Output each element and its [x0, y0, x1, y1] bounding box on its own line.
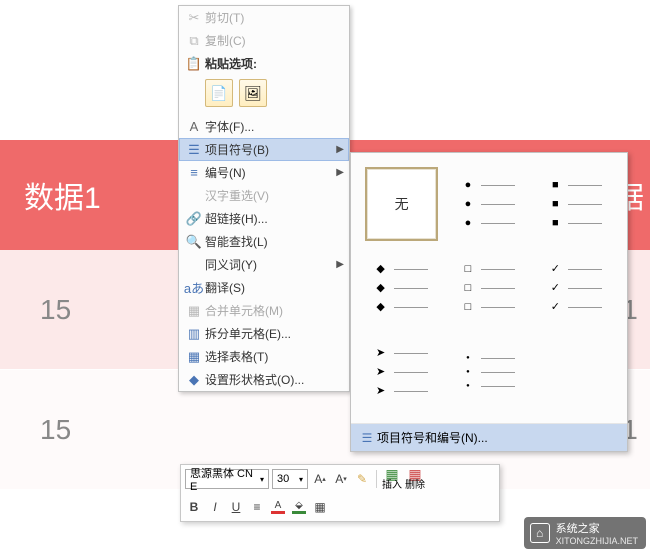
copy-icon: ⧉	[183, 33, 205, 49]
paste-options-row: 📄 🖼	[179, 75, 349, 111]
font-name-combo[interactable]: 思源黑体 CN E▾	[185, 469, 269, 489]
format-shape-icon: ◆	[183, 372, 205, 388]
menu-hanzi: 汉字重选(V)	[179, 184, 349, 207]
translate-icon: aあ	[183, 278, 205, 297]
menu-format-shape[interactable]: ◆ 设置形状格式(O)...	[179, 368, 349, 391]
bullets-icon: ☰	[357, 431, 377, 445]
fill-color-button[interactable]: ⬙	[290, 497, 308, 517]
font-size-combo[interactable]: 30▾	[272, 469, 308, 489]
underline-button[interactable]: U	[227, 497, 245, 517]
menu-copy[interactable]: ⧉ 复制(C)	[179, 29, 349, 52]
format-painter-button[interactable]: ✎	[353, 469, 371, 489]
delete-button[interactable]: ▦ 删除	[405, 467, 425, 491]
decrease-font-button[interactable]: A▾	[332, 469, 350, 489]
bullet-submenu-panel: 无 ● ● ● ■ ■ ■ ◆ ◆ ◆ □ □ □ ✓ ✓ ✓ ➤ ➤	[350, 152, 628, 452]
menu-synonyms[interactable]: 同义词(Y) ▶	[179, 253, 349, 276]
bold-button[interactable]: B	[185, 497, 203, 517]
clipboard-icon: 📋	[183, 56, 205, 72]
menu-font[interactable]: A 字体(F)...	[179, 115, 349, 138]
hyperlink-icon: 🔗	[183, 211, 205, 227]
menu-cut[interactable]: ✂ 剪切(T)	[179, 6, 349, 29]
menu-merge-cells: ▦ 合并单元格(M)	[179, 299, 349, 322]
bucket-icon: ⬙	[295, 501, 303, 511]
menu-bullets[interactable]: ☰ 项目符号(B) ▶	[179, 138, 349, 161]
merge-icon: ▦	[183, 303, 205, 319]
menu-translate[interactable]: aあ 翻译(S)	[179, 276, 349, 299]
italic-button[interactable]: I	[206, 497, 224, 517]
menu-select-table[interactable]: ▦ 选择表格(T)	[179, 345, 349, 368]
table-icon: ▦	[183, 349, 205, 365]
numbering-icon: ≡	[183, 165, 205, 180]
font-color-button[interactable]: A	[269, 497, 287, 517]
bullet-option-check[interactable]: ✓ ✓ ✓	[540, 251, 613, 325]
mini-toolbar: 思源黑体 CN E▾ 30▾ A▴ A▾ ✎ ▦ 插入 ▦ 删除 B I U ≡…	[180, 464, 500, 522]
increase-font-button[interactable]: A▴	[311, 469, 329, 489]
bullet-option-small-dot[interactable]: ● ● ●	[452, 335, 525, 409]
menu-split-cells[interactable]: ▥ 拆分单元格(E)...	[179, 322, 349, 345]
bullet-option-diamond[interactable]: ◆ ◆ ◆	[365, 251, 438, 325]
paste-option-keep-formatting[interactable]: 📄	[205, 79, 233, 107]
bullet-option-arrow[interactable]: ➤ ➤ ➤	[365, 335, 438, 409]
insert-table-icon: ▦	[385, 467, 398, 481]
bullet-option-hollow-square[interactable]: □ □ □	[452, 251, 525, 325]
bullet-option-square[interactable]: ■ ■ ■	[540, 167, 613, 241]
submenu-arrow-icon: ▶	[336, 167, 344, 178]
delete-table-icon: ▦	[408, 467, 421, 481]
bullet-and-numbering-button[interactable]: ☰ 项目符号和编号(N)...	[351, 423, 627, 451]
table-cell: 15	[0, 414, 120, 446]
context-menu: ✂ 剪切(T) ⧉ 复制(C) 📋 粘贴选项: 📄 🖼 A 字体(F)... ☰…	[178, 5, 350, 392]
font-icon: A	[183, 119, 205, 134]
menu-paste-options-label: 📋 粘贴选项:	[179, 52, 349, 75]
bullet-option-none[interactable]: 无	[365, 167, 438, 241]
split-icon: ▥	[183, 326, 205, 342]
menu-smart-lookup[interactable]: 🔍 智能查找(L)	[179, 230, 349, 253]
menu-hyperlink[interactable]: 🔗 超链接(H)...	[179, 207, 349, 230]
insert-button[interactable]: ▦ 插入	[382, 467, 402, 491]
table-header-cell-1: 数据1	[0, 173, 180, 217]
watermark: ⌂ 系统之家 XITONGZHIJIA.NET	[524, 517, 646, 549]
scissors-icon: ✂	[183, 10, 205, 26]
border-button[interactable]: ▦	[311, 497, 329, 517]
align-button[interactable]: ≡	[248, 497, 266, 517]
bullet-grid: 无 ● ● ● ■ ■ ■ ◆ ◆ ◆ □ □ □ ✓ ✓ ✓ ➤ ➤	[351, 153, 627, 423]
submenu-arrow-icon: ▶	[336, 144, 344, 155]
bullet-option-disc[interactable]: ● ● ●	[452, 167, 525, 241]
watermark-logo-icon: ⌂	[530, 523, 550, 543]
table-cell: 15	[0, 294, 120, 326]
submenu-arrow-icon: ▶	[336, 259, 344, 270]
paste-option-picture[interactable]: 🖼	[239, 79, 267, 107]
search-icon: 🔍	[183, 234, 205, 250]
menu-numbering[interactable]: ≡ 编号(N) ▶	[179, 161, 349, 184]
bullets-icon: ☰	[183, 142, 205, 158]
